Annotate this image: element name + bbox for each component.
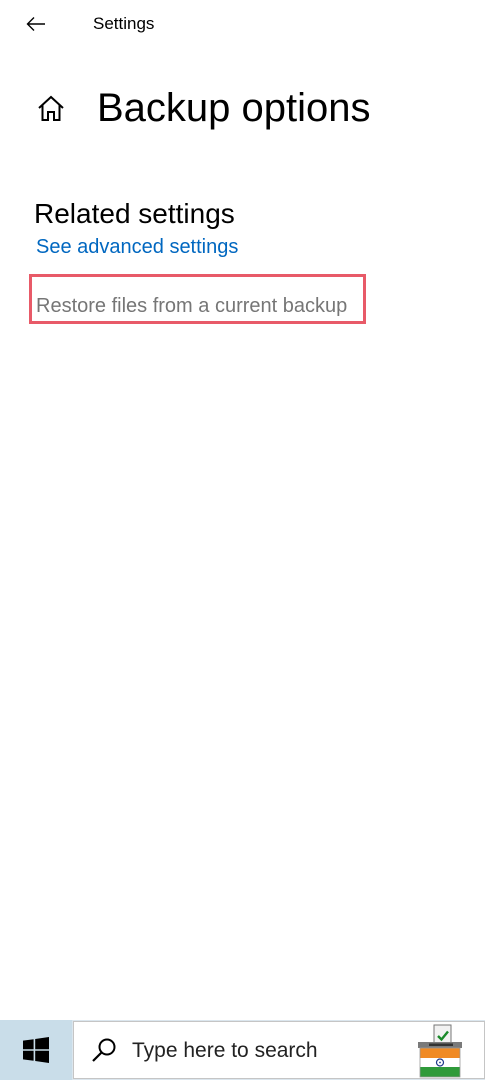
taskbar: Type here to search xyxy=(0,1020,485,1080)
page-title: Backup options xyxy=(97,86,371,130)
title-bar: Settings xyxy=(0,0,485,48)
see-advanced-settings-link[interactable]: See advanced settings xyxy=(36,235,238,259)
home-icon[interactable] xyxy=(36,94,66,124)
window-title: Settings xyxy=(93,14,155,33)
search-placeholder: Type here to search xyxy=(132,1039,318,1062)
windows-start-icon xyxy=(23,1037,49,1063)
back-arrow-icon xyxy=(26,17,45,31)
restore-files-link[interactable]: Restore files from a current backup xyxy=(36,294,347,318)
back-button[interactable] xyxy=(14,6,58,42)
related-settings-heading: Related settings xyxy=(34,198,235,229)
search-icon xyxy=(92,1038,116,1062)
settings-window: Settings Backup options Related settings… xyxy=(0,0,485,1020)
ballot-box-icon[interactable] xyxy=(414,1024,466,1078)
start-button[interactable] xyxy=(0,1020,72,1080)
taskbar-search-box[interactable]: Type here to search xyxy=(73,1021,485,1079)
